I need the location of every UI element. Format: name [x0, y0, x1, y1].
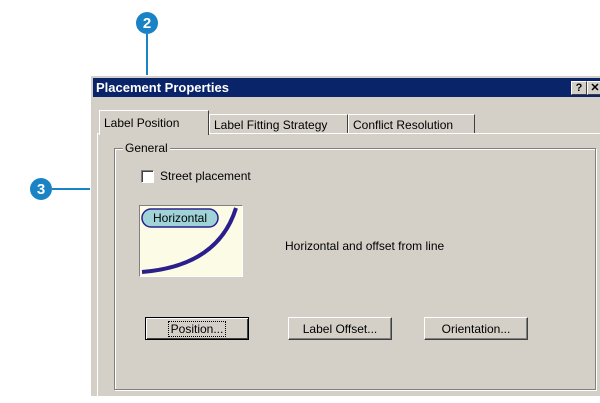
horizontal-label-text: Horizontal	[153, 211, 207, 225]
general-group-label: General	[123, 141, 170, 155]
placement-preview: Horizontal	[139, 205, 243, 277]
callout-2-badge: 2	[136, 12, 158, 34]
tab-conflict-resolution[interactable]: Conflict Resolution	[348, 114, 475, 134]
street-placement-row[interactable]: Street placement	[141, 169, 251, 183]
position-button[interactable]: Position...	[145, 317, 249, 340]
label-offset-button-label: Label Offset...	[302, 321, 378, 336]
tab-label-position[interactable]: Label Position	[99, 110, 209, 135]
close-icon: ✕	[590, 81, 600, 94]
tab-label: Conflict Resolution	[353, 118, 454, 132]
help-button[interactable]: ?	[571, 81, 587, 95]
dialog-title: Placement Properties	[96, 80, 229, 95]
callout-3-badge: 3	[30, 178, 52, 200]
tab-label: Label Fitting Strategy	[214, 118, 328, 132]
orientation-button[interactable]: Orientation...	[424, 317, 528, 340]
placement-properties-dialog: Placement Properties ? ✕ Label Position …	[90, 75, 600, 403]
tab-label-fitting-strategy[interactable]: Label Fitting Strategy	[209, 114, 348, 134]
street-placement-label: Street placement	[160, 169, 251, 183]
position-button-label: Position...	[167, 320, 227, 337]
tab-label: Label Position	[104, 116, 180, 130]
placement-preview-graphic: Horizontal	[141, 207, 238, 274]
street-placement-checkbox[interactable]	[141, 169, 154, 183]
orientation-button-label: Orientation...	[441, 321, 511, 336]
label-offset-button[interactable]: Label Offset...	[288, 317, 392, 340]
general-group: General Street placement Horizontal Hori…	[114, 141, 596, 390]
placement-description: Horizontal and offset from line	[285, 239, 445, 253]
close-button[interactable]: ✕	[587, 81, 600, 95]
tab-panel-label-position: General Street placement Horizontal Hori…	[97, 133, 600, 403]
dialog-titlebar: Placement Properties ? ✕	[93, 78, 600, 97]
